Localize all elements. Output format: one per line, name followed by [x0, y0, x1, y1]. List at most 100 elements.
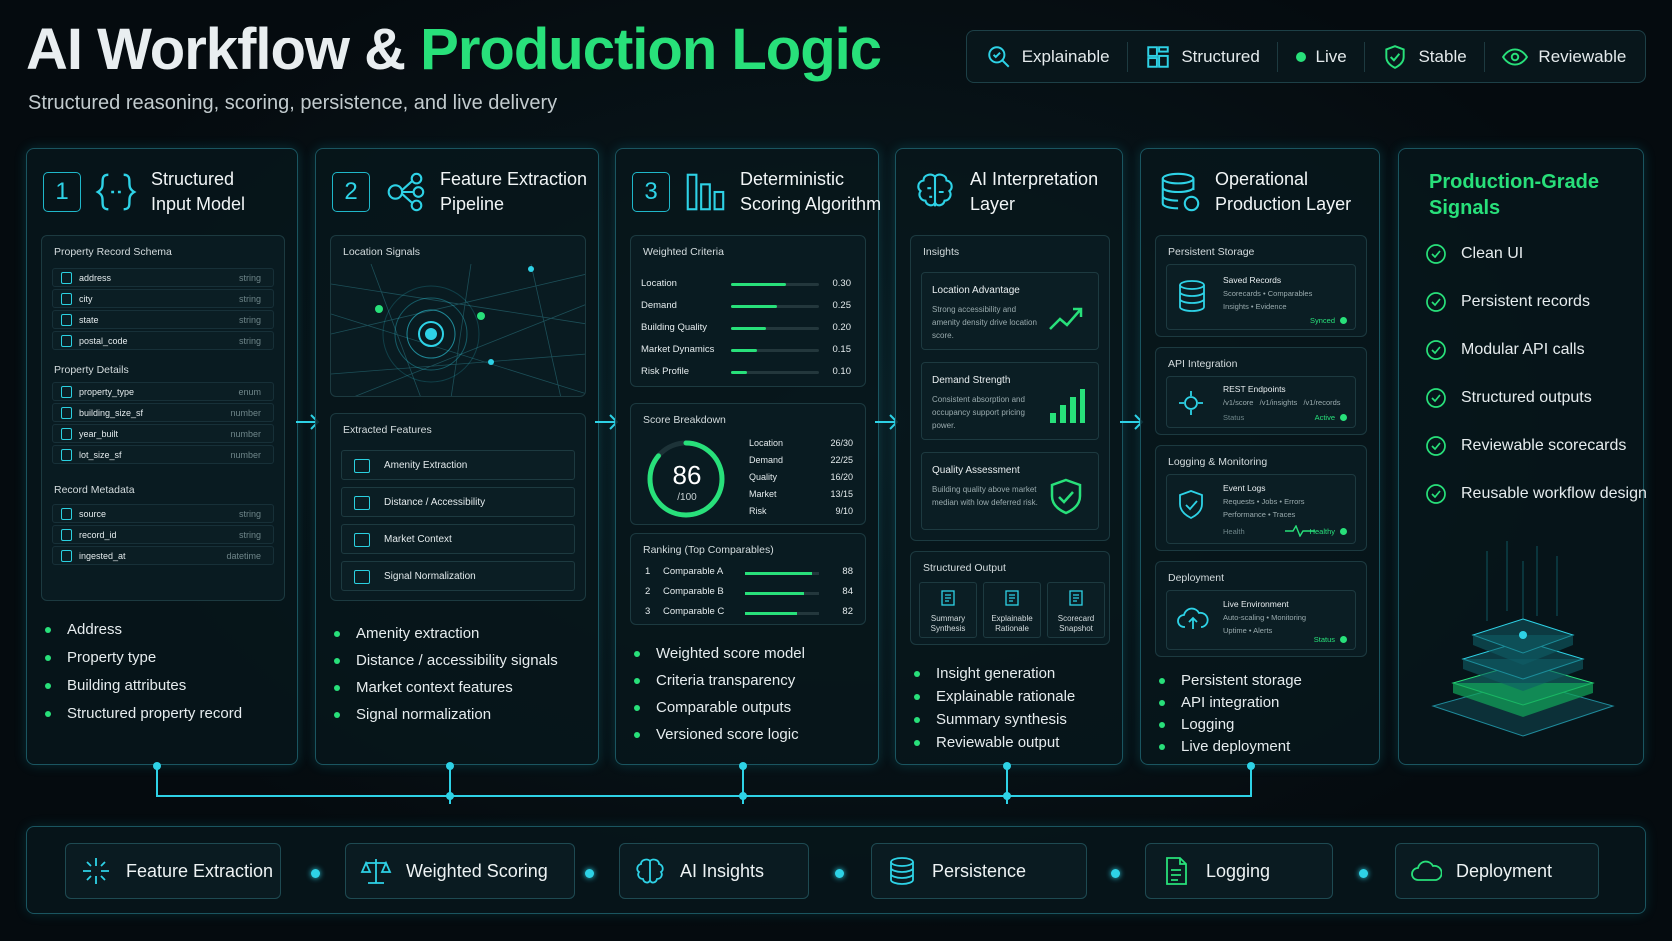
schema-field-row: building_size_sf number [52, 403, 274, 422]
column-title: Operational Production Layer [1215, 169, 1352, 214]
output-icon [1005, 590, 1019, 606]
criteria-row: Market Dynamics 0.15 [641, 344, 851, 355]
criteria-row: Risk Profile 0.10 [641, 366, 851, 377]
badge-structured: Structured [1145, 44, 1260, 70]
output-tile: Scorecard Snapshot [1047, 582, 1105, 638]
criteria-bar [731, 305, 777, 308]
bullet-item: Signal normalization [333, 706, 491, 723]
field-icon [61, 272, 72, 284]
field-icon [61, 449, 72, 461]
location-map-graphic [331, 264, 585, 396]
capability-ai-insights: AI Insights [619, 843, 809, 899]
step-number: 1 [43, 172, 81, 212]
ranking-bar [745, 592, 805, 595]
check-circle-icon [1426, 388, 1446, 408]
score-max: /100 [677, 492, 697, 503]
connector-bus [153, 762, 1255, 804]
insights-panel: Insights Location Advantage Strong access… [910, 235, 1110, 541]
bullet-item: API integration [1158, 694, 1279, 711]
document-icon [1166, 857, 1187, 885]
ranking-panel: Ranking (Top Comparables) 1 Comparable A8… [630, 533, 866, 625]
step-number: 3 [632, 172, 670, 212]
schema-title: Property Record Schema [54, 246, 172, 258]
field-icon [61, 407, 72, 419]
field-icon [61, 508, 72, 520]
criteria-bar [731, 371, 747, 374]
ranking-row: 3 Comparable C 82 [645, 606, 853, 617]
badge-reviewable: Reviewable [1502, 44, 1626, 70]
criteria-bar [731, 327, 767, 330]
shield-check-icon [1385, 44, 1406, 69]
schema-field-row: property_type enum [52, 382, 274, 401]
feature-item: Signal Normalization [341, 561, 575, 591]
details-title: Property Details [54, 364, 129, 376]
feature-icon [354, 459, 370, 473]
layered-stack-graphic [1431, 541, 1615, 737]
bullet-item: Criteria transparency [633, 672, 795, 689]
output-tile: Summary Synthesis [919, 582, 977, 638]
breakdown-row: Demand 22/25 [749, 455, 853, 465]
column-title: Production-Grade Signals [1429, 171, 1600, 219]
column-title: Structured Input Model [151, 169, 246, 214]
insight-card: Quality Assessment Building quality above… [921, 452, 1099, 530]
database-icon [1161, 172, 1200, 212]
check-circle-icon [1426, 244, 1446, 264]
sparkle-icon [83, 858, 109, 884]
schema-field-row: lot_size_sf number [52, 445, 274, 464]
badge-live: Live [1295, 47, 1347, 67]
bullet-item: Live deployment [1158, 738, 1290, 755]
field-icon [61, 386, 72, 398]
deployment-panel: Deployment Live Environment Auto-scaling… [1155, 561, 1367, 657]
bullet-item: Building attributes [44, 677, 186, 694]
breakdown-row: Quality 16/20 [749, 472, 853, 482]
bullet-item: Structured property record [44, 705, 242, 722]
criteria-row: Location 0.30 [641, 278, 851, 289]
extracted-features-panel: Extracted Features Amenity Extraction Dis… [330, 413, 586, 601]
criteria-row: Building Quality 0.20 [641, 322, 851, 333]
column-title: Deterministic Scoring Algorithm [740, 169, 882, 214]
bullet-item: Persistent storage [1159, 672, 1302, 689]
brain-icon [636, 858, 664, 884]
column-ai-interpretation: AI Interpretation Layer Insights Locatio… [895, 148, 1123, 765]
check-circle-icon [1426, 484, 1446, 504]
bullet-item: Explainable rationale [913, 688, 1075, 705]
field-icon [61, 529, 72, 541]
feature-item: Amenity Extraction [341, 450, 575, 480]
ranking-bar [745, 612, 797, 615]
feature-icon [354, 533, 370, 547]
feature-item: Distance / Accessibility [341, 487, 575, 517]
output-icon [1069, 590, 1083, 606]
bullet-item: Distance / accessibility signals [334, 652, 558, 669]
signal-item: Persistent records [1425, 291, 1590, 313]
ranking-row: 1 Comparable A 88 [645, 566, 853, 577]
score-breakdown-panel: Score Breakdown 86 /100 Location 26/30 Dem… [630, 403, 866, 525]
bullet-item: Reviewable output [913, 734, 1059, 751]
bullet-item: Amenity extraction [333, 625, 479, 642]
schema-field-row: source string [52, 504, 274, 523]
schema-field-row: city string [52, 289, 274, 308]
capability-persistence: Persistence [871, 843, 1087, 899]
page-subtitle: Structured reasoning, scoring, persisten… [28, 92, 558, 114]
signal-item: Clean UI [1425, 243, 1523, 265]
signal-item: Reviewable scorecards [1425, 435, 1626, 457]
bar-chart-icon [686, 173, 725, 211]
capability-logging: Logging [1145, 843, 1333, 899]
shield-check-icon [1179, 490, 1203, 520]
schema-field-row: state string [52, 310, 274, 329]
output-tile: Explainable Rationale [983, 582, 1041, 638]
column-title: AI Interpretation Layer [970, 169, 1099, 214]
feature-icon [354, 570, 370, 584]
capability-feature-extraction: Feature Extraction [65, 843, 281, 899]
badge-bar: Explainable Structured Live Stable Revie… [966, 30, 1646, 83]
output-icon [941, 590, 955, 606]
location-signals-panel: Location Signals [330, 235, 586, 397]
field-icon [61, 335, 72, 347]
criteria-bar [731, 349, 758, 352]
ranking-bar [745, 572, 812, 575]
field-icon [61, 428, 72, 440]
field-icon [61, 550, 72, 562]
capability-weighted-scoring: Weighted Scoring [345, 843, 575, 899]
breakdown-row: Market 13/15 [749, 489, 853, 499]
brain-icon [917, 173, 953, 207]
database-icon [1179, 280, 1205, 312]
